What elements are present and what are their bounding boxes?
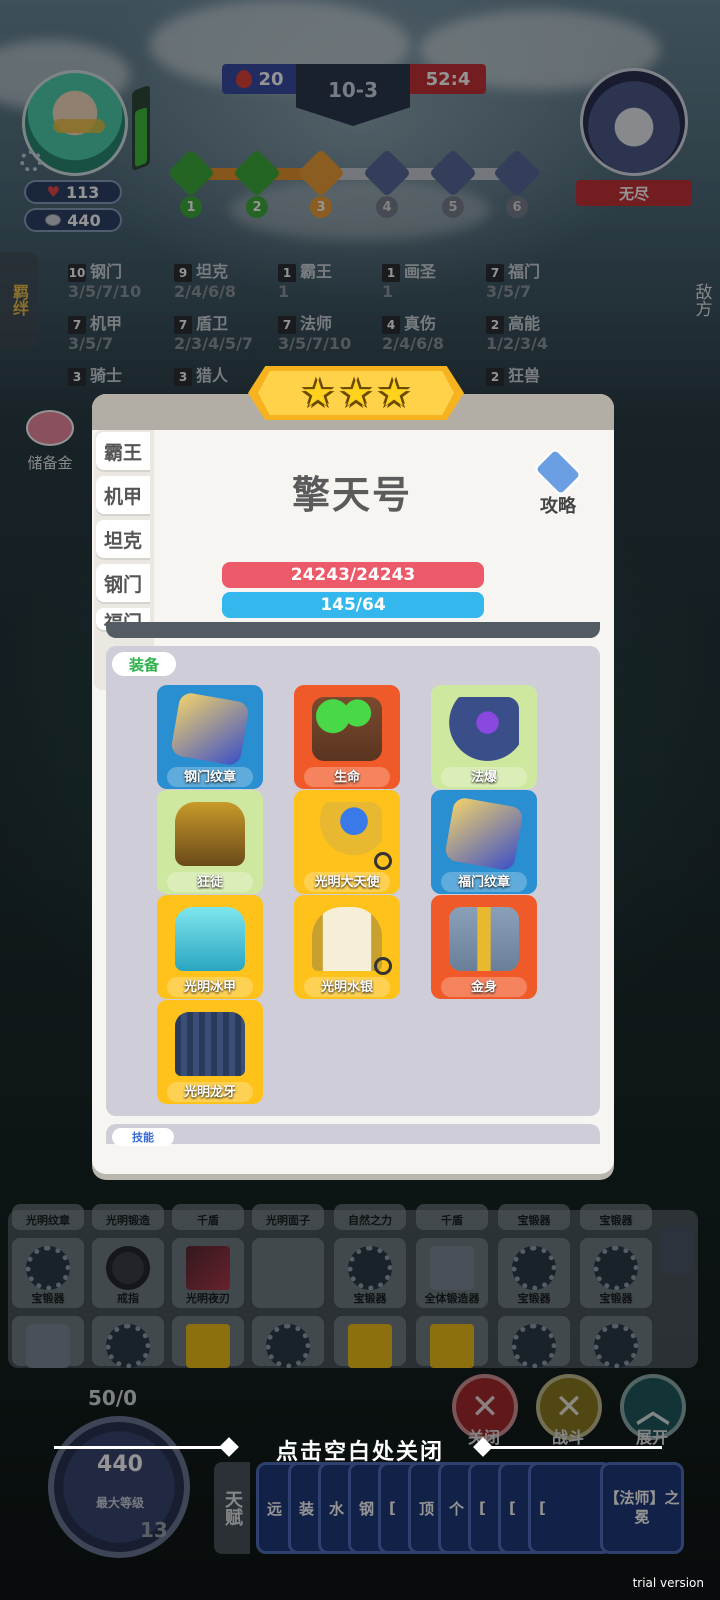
graduation-cap-icon xyxy=(532,446,584,498)
equipment-name: 光明龙牙 xyxy=(183,1085,236,1100)
equipment-slot[interactable]: 钢门纹章 xyxy=(157,685,263,789)
trait-tab[interactable]: 钢门 xyxy=(96,564,150,602)
stats-divider xyxy=(106,622,600,638)
equipment-name: 光明大天使 xyxy=(314,875,380,890)
equipment-slot[interactable]: 生命 xyxy=(294,685,400,789)
ice-armor-icon xyxy=(175,907,245,971)
upgrade-badge-icon xyxy=(374,852,392,870)
equipment-name: 钢门纹章 xyxy=(183,770,236,785)
upgrade-badge-icon xyxy=(374,957,392,975)
equipment-section-label: 装备 xyxy=(112,652,176,676)
emblem-icon xyxy=(443,796,525,872)
skill-panel xyxy=(106,1124,600,1144)
equipment-slot[interactable]: 金身 xyxy=(431,895,537,999)
skill-section-label: 技能 xyxy=(112,1128,174,1146)
trait-tab[interactable]: 坦克 xyxy=(96,520,150,558)
equipment-name: 光明冰甲 xyxy=(183,980,236,995)
guide-button[interactable]: 攻略 xyxy=(528,446,588,520)
unit-name: 擎天号 xyxy=(291,473,412,517)
dragon-fang-armor-icon xyxy=(175,1012,245,1076)
hint-line-right xyxy=(490,1446,662,1449)
unit-mana-bar: 145/64 xyxy=(222,592,484,618)
trial-watermark: trial version xyxy=(632,1576,704,1590)
equipment-slot[interactable]: 光明大天使 xyxy=(294,790,400,894)
equipment-name: 狂徒 xyxy=(196,875,223,890)
equipment-name: 福门纹章 xyxy=(457,875,510,890)
unit-trait-tabs: 霸王 机甲 坦克 钢门 福门 xyxy=(96,432,152,636)
guide-label: 攻略 xyxy=(540,496,576,517)
equipment-slot[interactable]: 光明冰甲 xyxy=(157,895,263,999)
golden-body-icon xyxy=(449,907,519,971)
unit-hp-bar: 24243/24243 xyxy=(222,562,484,588)
star-icon: ★ xyxy=(300,371,335,415)
equipment-name: 光明水银 xyxy=(320,980,373,995)
emblem-icon xyxy=(169,691,251,767)
equipment-name: 法爆 xyxy=(470,770,497,785)
tree-icon xyxy=(312,697,382,761)
gauntlet-icon xyxy=(449,697,519,761)
armor-icon xyxy=(175,802,245,866)
equipment-slot[interactable]: 法爆 xyxy=(431,685,537,789)
equipment-slot[interactable]: 福门纹章 xyxy=(431,790,537,894)
trait-tab[interactable]: 机甲 xyxy=(96,476,150,514)
close-hint: 点击空白处关闭 xyxy=(275,1440,444,1465)
star-rating-banner: ★ ★ ★ xyxy=(248,366,464,420)
equipment-slot[interactable]: 狂徒 xyxy=(157,790,263,894)
star-icon: ★ xyxy=(338,371,374,415)
scepter-icon xyxy=(312,802,382,866)
cloak-icon xyxy=(312,907,382,971)
equipment-name: 金身 xyxy=(470,980,497,995)
star-icon: ★ xyxy=(377,371,412,415)
equipment-slot[interactable]: 光明水银 xyxy=(294,895,400,999)
equipment-slot[interactable]: 光明龙牙 xyxy=(157,1000,263,1104)
equipment-name: 生命 xyxy=(333,770,360,785)
trait-tab[interactable]: 霸王 xyxy=(96,432,150,470)
